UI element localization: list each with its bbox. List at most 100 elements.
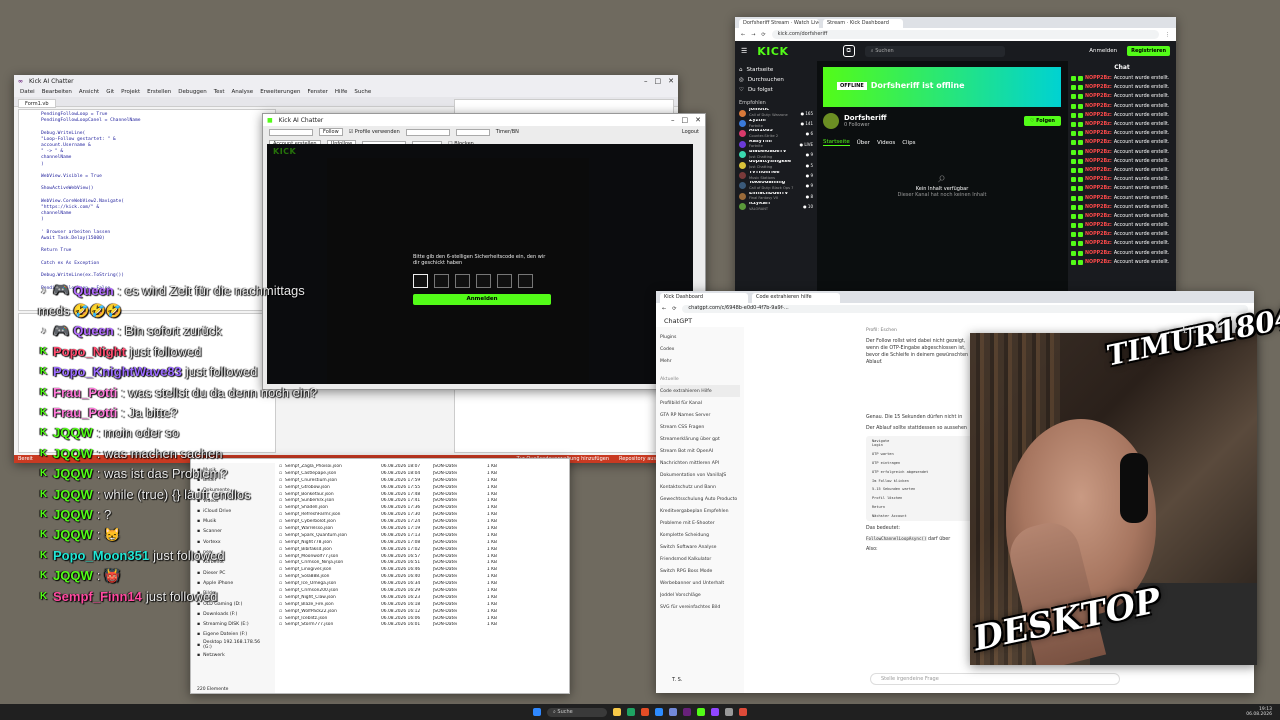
chat-history-item[interactable]: SVG für vereinfachtes Bild [660, 601, 740, 613]
browser-tab[interactable]: Stream · Kick Dashboard [823, 19, 903, 28]
vs-menu-item[interactable]: Test [214, 89, 225, 95]
chat-username[interactable]: NOPP2Bz: [1085, 122, 1112, 127]
chat-username[interactable]: NOPP2Bz: [1085, 131, 1112, 136]
chat-username[interactable]: NOPP2Bz: [1085, 251, 1112, 256]
file-row[interactable]: ▫ Sempf_Storm777.json 06.08.2026 16:01 JSON… [279, 621, 569, 628]
minimize-icon[interactable]: – [671, 116, 675, 124]
chat-history-item[interactable]: Dokumentation von VanillaJS [660, 469, 740, 481]
chat-history-item[interactable]: Gewechtsschulung Auto Producto [660, 493, 740, 505]
chat-username[interactable]: NOPP2Bz: [1085, 168, 1112, 173]
chat-history-item[interactable]: Komplette Scheidung [660, 529, 740, 541]
vs-menu-item[interactable]: Git [106, 89, 114, 95]
chat-username[interactable]: NOPP2Bz: [1085, 113, 1112, 118]
file-explorer-icon[interactable] [613, 708, 621, 716]
login-button[interactable]: Anmelden [1089, 48, 1117, 54]
clock[interactable]: 19:13 06.08.2026 [1246, 707, 1272, 717]
chat-username[interactable]: NOPP2Bz: [1085, 241, 1112, 246]
sidebar-nav-item[interactable]: ◎ Durchsuchen [739, 75, 813, 85]
close-icon[interactable]: ✕ [695, 116, 701, 124]
profile-checkbox[interactable]: ☑ Profile verwenden [349, 129, 400, 135]
logout-button[interactable]: Logout [682, 129, 699, 135]
recommended-stream[interactable]: Jomotic Call of Duty: Warzone ● 165 [739, 108, 813, 118]
app-icon-1[interactable] [641, 708, 649, 716]
chat-history-item[interactable]: Joddel Vorschläge [660, 589, 740, 601]
maximize-icon[interactable]: □ [682, 116, 689, 124]
vs-menu-item[interactable]: Debuggen [178, 89, 206, 95]
gpt-app-name[interactable]: ChatGPT [664, 317, 692, 325]
maximize-icon[interactable]: □ [655, 77, 662, 85]
sidebar-nav-item[interactable]: ⌂ Startseite [739, 65, 813, 75]
kick-browser-window[interactable]: Dorfsheriff Stream · Watch Live Stream · … [735, 17, 1176, 291]
chat-history-item[interactable]: Codex [660, 343, 740, 355]
vs-menu-item[interactable]: Analyse [232, 89, 254, 95]
account-select[interactable] [269, 128, 313, 136]
vs-menu-item[interactable]: Erweiterungen [260, 89, 300, 95]
edge-icon[interactable] [627, 708, 635, 716]
browser-tabs[interactable]: Dorfsheriff Stream · Watch Live Stream · … [735, 17, 1176, 28]
vs-menu-item[interactable]: Projekt [121, 89, 140, 95]
browser-tab[interactable]: Dorfsheriff Stream · Watch Live [739, 19, 819, 28]
otp-digit-5[interactable] [497, 274, 512, 288]
vs-window-controls[interactable]: – □ ✕ [644, 77, 674, 85]
chat-history-item[interactable]: Friendsmod Kalkulator [660, 553, 740, 565]
chat-history-item[interactable]: Mehr [660, 355, 740, 367]
vs-menu-item[interactable]: Fenster [307, 89, 327, 95]
chat-username[interactable]: NOPP2Bz: [1085, 177, 1112, 182]
vs-file-tab[interactable]: Form1.vb [18, 99, 56, 108]
channel-tab[interactable]: Über [857, 140, 870, 146]
sidebar-nav-item[interactable]: ♡ Du folgst [739, 85, 813, 95]
back-icon[interactable]: ← [741, 32, 745, 38]
recommended-stream[interactable]: EinfachDuelTV Final Fantasy VII ● 8 [739, 191, 813, 201]
vs-menu-item[interactable]: Bearbeiten [42, 89, 72, 95]
file-row[interactable]: ▫ Sempf_WolfPack22.json 06.08.2026 16:12 JS… [279, 608, 569, 615]
gpt-user-profile[interactable]: T. S. [672, 677, 682, 683]
channel-avatar[interactable] [823, 113, 839, 129]
multistream-icon[interactable]: ⧉ [842, 45, 855, 57]
recommended-stream[interactable]: TokeoGaming Call of Duty: Black Ops 7 ● 9 [739, 181, 813, 191]
file-row[interactable]: ▫ Sempf_Iceblitz.json 06.08.2026 16:06 JSON… [279, 615, 569, 622]
explorer-nav-item[interactable]: ▪ Streaming DISK (E:) [197, 619, 269, 629]
menu-icon[interactable]: ⋮ [1165, 32, 1170, 38]
chat-history-item[interactable]: Probleme mit E-Shooter [660, 517, 740, 529]
chat-username[interactable]: NOPP2Bz: [1085, 205, 1112, 210]
kick-search-input[interactable]: ⌕ Suchen [864, 45, 1005, 57]
vs-menu-item[interactable]: Datei [20, 89, 35, 95]
chat-username[interactable]: NOPP2Bz: [1085, 186, 1112, 191]
explorer-nav-item[interactable]: ▪ Eigene Dateien (F:) [197, 630, 269, 640]
reload-icon[interactable]: ⟳ [672, 306, 676, 312]
register-button[interactable]: Registrieren [1127, 46, 1170, 56]
chat-username[interactable]: NOPP2Bz: [1085, 94, 1112, 99]
visual-studio-icon[interactable] [683, 708, 691, 716]
channel-tab[interactable]: Startseite [823, 139, 850, 146]
chat-username[interactable]: NOPP2Bz: [1085, 223, 1112, 228]
vs-menu-item[interactable]: Erstellen [147, 89, 171, 95]
minimize-icon[interactable]: – [644, 77, 648, 85]
chat-history-item[interactable]: Plugins [660, 331, 740, 343]
otp-digit-6[interactable] [518, 274, 533, 288]
otp-digit-4[interactable] [476, 274, 491, 288]
vs-menu-item[interactable]: Suche [354, 89, 371, 95]
chat-username[interactable]: NOPP2Bz: [1085, 140, 1112, 145]
follow-channel-button[interactable]: ♡ Folgen [1023, 116, 1061, 126]
chat-username[interactable]: NOPP2Bz: [1085, 260, 1112, 265]
chat-username[interactable]: NOPP2Bz: [1085, 159, 1112, 164]
chat-history-item[interactable]: Profilbild für Kanal [660, 397, 740, 409]
channel-tab[interactable]: Clips [902, 140, 915, 146]
taskbar-search[interactable]: ⌕ Suche [547, 707, 607, 717]
recommended-stream[interactable]: Zyztm Fortnite ● 141 [739, 118, 813, 128]
chat-history-item[interactable]: Werbebanner und Unterhalt [660, 577, 740, 589]
follow-button[interactable]: Follow [319, 128, 343, 136]
gpt-prompt-input[interactable]: Stelle irgendeine Frage [870, 673, 1120, 685]
chat-username[interactable]: NOPP2Bz: [1085, 196, 1112, 201]
chat-history-item[interactable]: GTA RP Names Server [660, 409, 740, 421]
explorer-nav-item[interactable]: ▪ Desktop 192.168.178.56 (G:) [197, 640, 269, 650]
explorer-nav-item[interactable]: ▪ Netzwerk [197, 650, 269, 660]
gpt-browser-tabs[interactable]: Kick Dashboard Code extrahieren hilfe [656, 291, 1254, 303]
recommended-stream[interactable]: RasyTim Fortnite ● LIVE [739, 139, 813, 149]
channel-tab[interactable]: Videos [877, 140, 895, 146]
start-icon[interactable] [533, 708, 541, 716]
explorer-nav-item[interactable]: ▪ Downloads (F:) [197, 609, 269, 619]
chat-username[interactable]: NOPP2Bz: [1085, 214, 1112, 219]
chat-username[interactable]: NOPP2Bz: [1085, 150, 1112, 155]
chat-username[interactable]: NOPP2Bz: [1085, 76, 1112, 81]
